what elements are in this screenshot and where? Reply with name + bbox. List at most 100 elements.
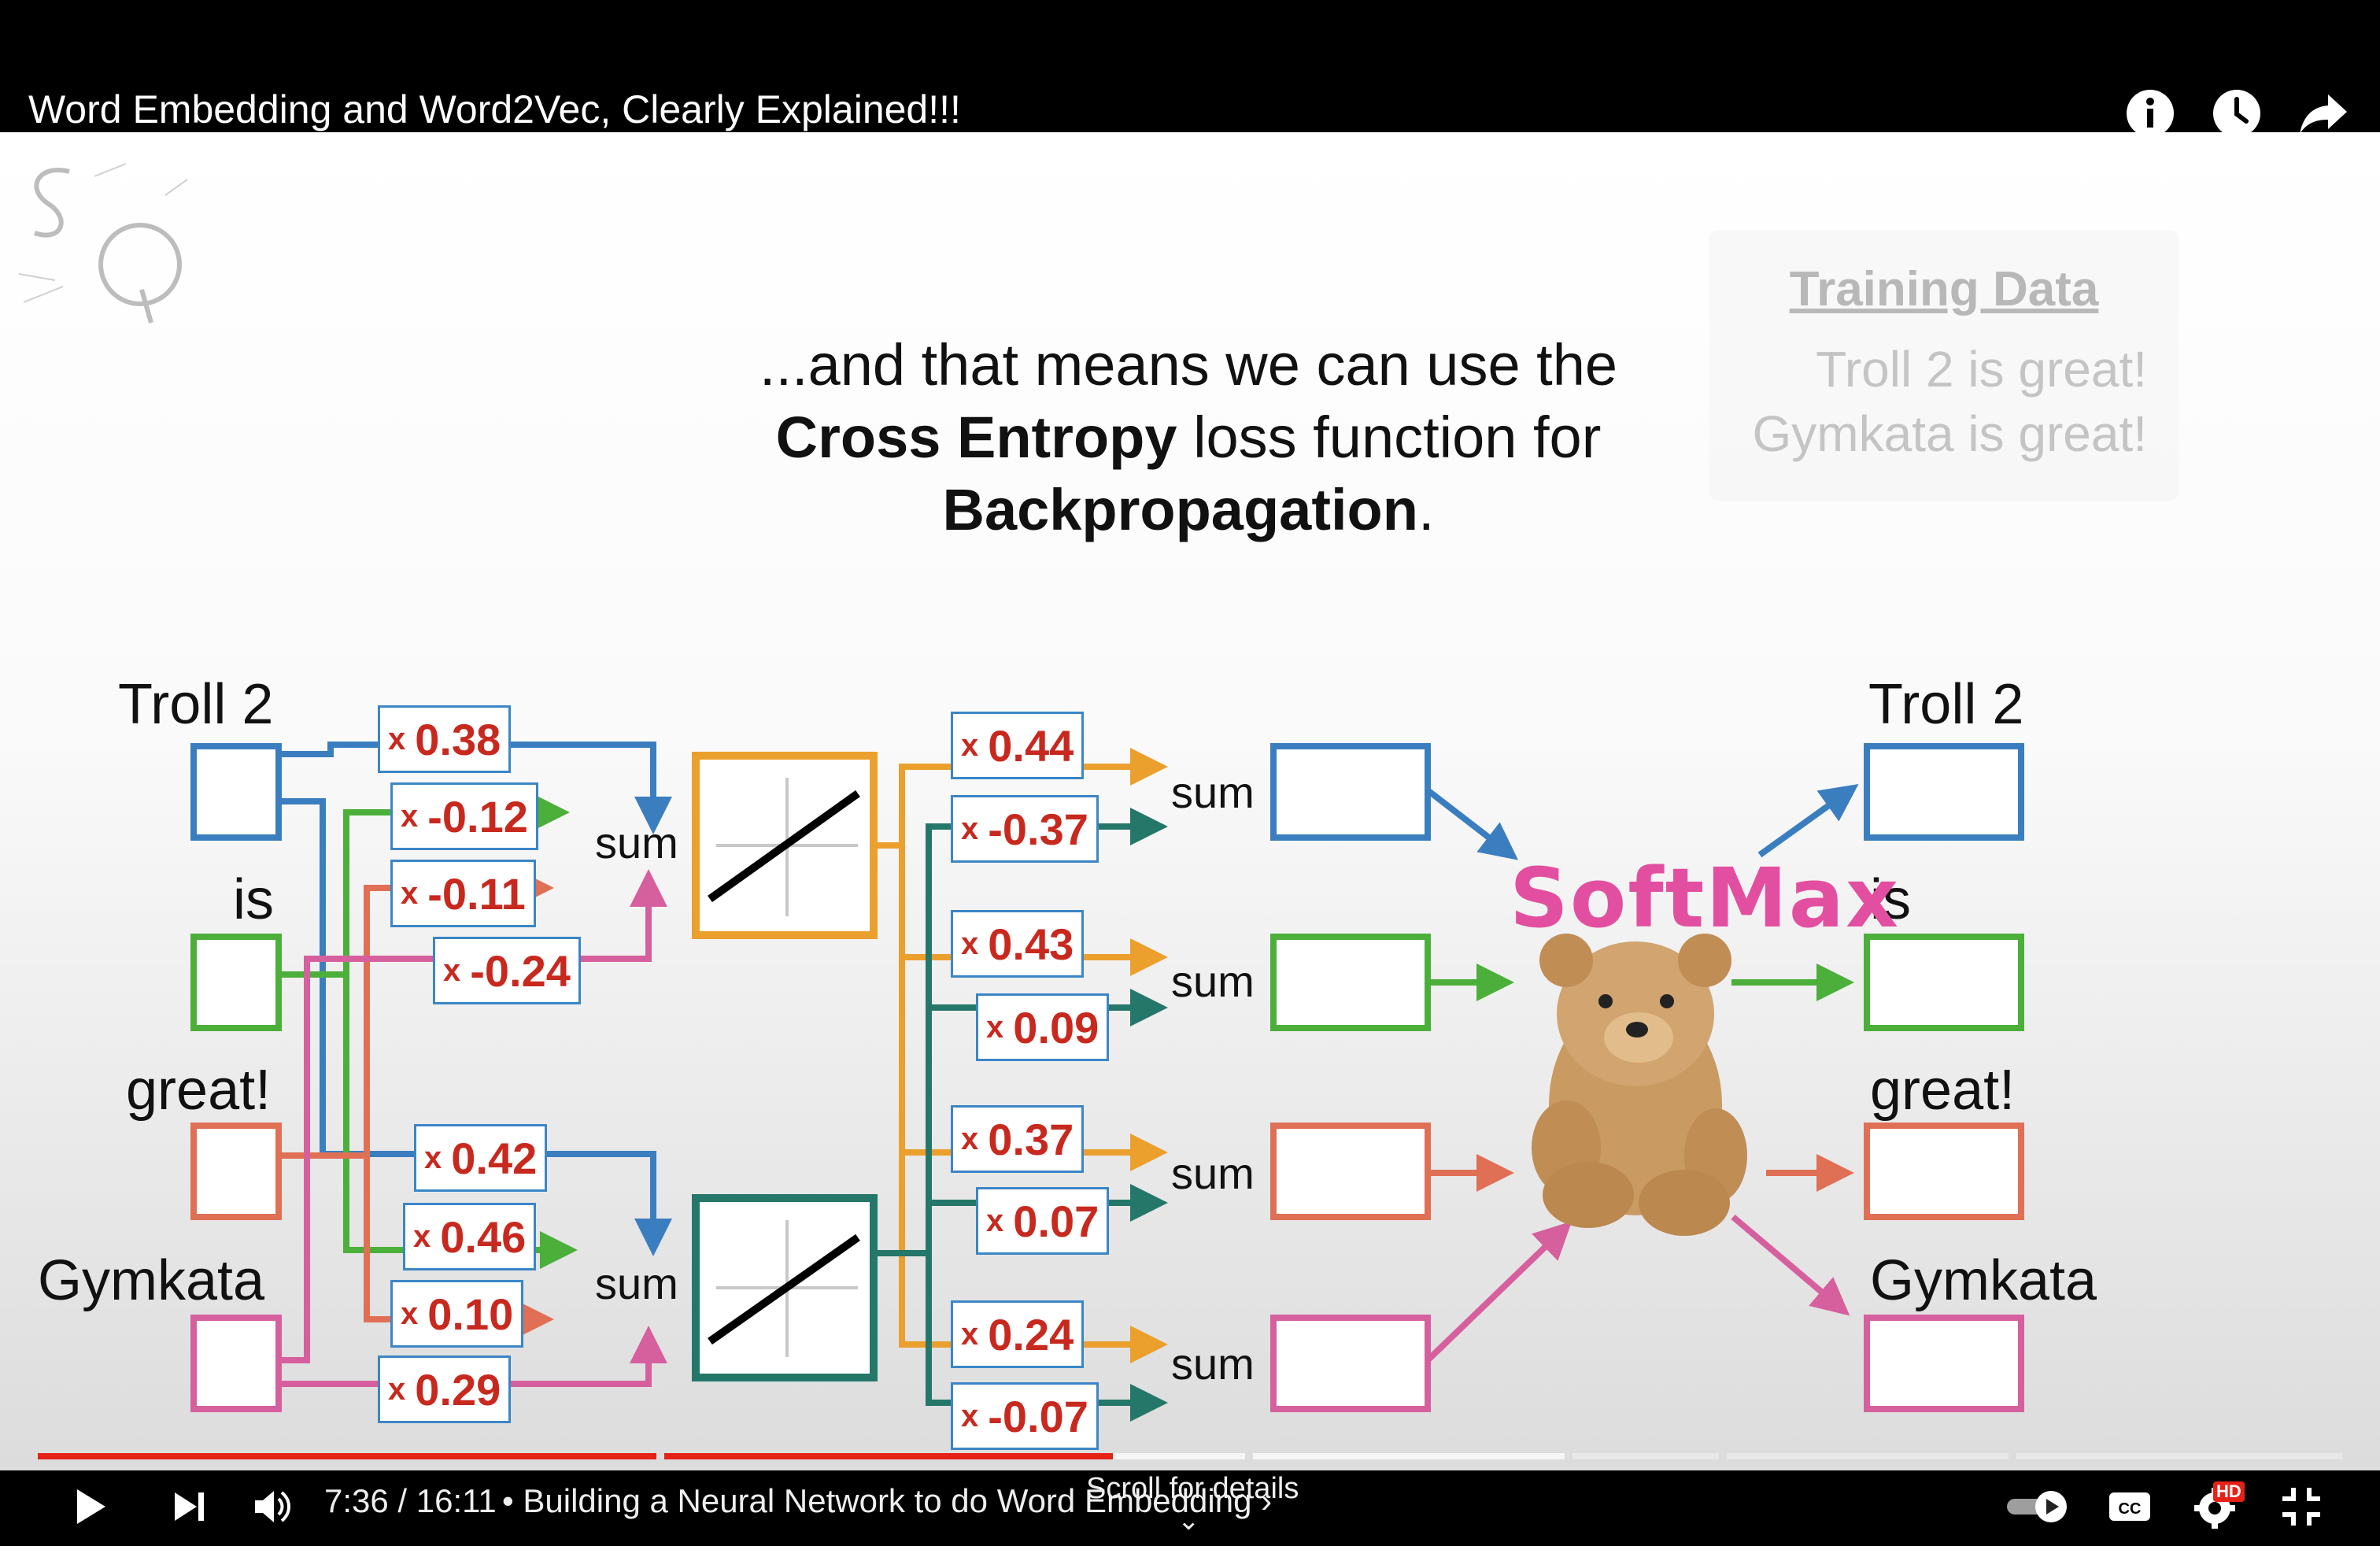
weight-value: 0.09 xyxy=(1013,1002,1099,1052)
sum-label: sum xyxy=(1171,956,1255,1006)
input-label-is: is xyxy=(233,868,274,931)
autoplay-toggle[interactable] xyxy=(2004,1481,2073,1532)
progress-segment-buffered xyxy=(1253,1453,1565,1459)
exit-fullscreen-icon[interactable] xyxy=(2276,1481,2326,1532)
info-icon[interactable] xyxy=(2125,88,2175,139)
output-label-troll2: Troll 2 xyxy=(1868,673,2024,736)
weight-value: 0.10 xyxy=(427,1289,514,1339)
sum-label: sum xyxy=(595,1259,678,1308)
output-box-is xyxy=(1864,934,2024,1031)
scroll-for-details[interactable]: Scroll for details xyxy=(1086,1472,1299,1506)
play-icon[interactable] xyxy=(65,1481,115,1532)
weight-prefix: x xyxy=(961,1121,979,1156)
captions-icon[interactable]: CC xyxy=(2105,1481,2155,1532)
weight-prefix: x xyxy=(401,875,419,911)
weight-box: x 0.09 xyxy=(976,993,1110,1061)
input-box-gymkata xyxy=(190,1315,282,1412)
weight-value: -0.37 xyxy=(988,804,1088,854)
sum-box-1 xyxy=(1270,743,1431,841)
svg-text:CC: CC xyxy=(2119,1500,2142,1518)
weight-prefix: x xyxy=(961,811,979,846)
weight-box: x 0.38 xyxy=(378,705,512,773)
weight-box: x 0.46 xyxy=(403,1203,537,1270)
weight-value: -0.12 xyxy=(427,791,528,841)
sum-label: sum xyxy=(1171,1339,1255,1389)
weight-box: x -0.24 xyxy=(433,937,581,1004)
output-box-great xyxy=(1864,1123,2024,1220)
time-display: 7:36 / 16:11 xyxy=(324,1482,497,1519)
progress-segment xyxy=(1572,1453,1719,1459)
share-icon[interactable] xyxy=(2298,88,2349,139)
weight-box: x -0.07 xyxy=(951,1382,1099,1450)
sum-label: sum xyxy=(1171,767,1255,817)
input-label-great: great! xyxy=(126,1059,272,1122)
weight-value: 0.38 xyxy=(415,714,501,764)
progress-segment-played xyxy=(664,1453,1113,1459)
weight-prefix: x xyxy=(961,1398,979,1433)
weight-prefix: x xyxy=(961,1316,979,1352)
weight-box: x 0.10 xyxy=(390,1280,524,1348)
weight-prefix: x xyxy=(986,1009,1004,1045)
weight-box: x -0.11 xyxy=(390,860,536,927)
weight-value: 0.37 xyxy=(988,1114,1074,1164)
input-box-is xyxy=(190,934,282,1031)
input-label-gymkata: Gymkata xyxy=(38,1249,265,1312)
weight-box: x 0.42 xyxy=(414,1124,548,1192)
volume-icon[interactable] xyxy=(247,1481,298,1532)
chevron-down-icon[interactable]: ⌄ xyxy=(1177,1505,1200,1537)
sum-box-4 xyxy=(1270,1315,1431,1412)
weight-value: 0.43 xyxy=(988,919,1074,969)
weight-value: 0.42 xyxy=(451,1133,538,1183)
progress-segment xyxy=(1727,1453,2009,1459)
output-box-gymkata xyxy=(1864,1315,2024,1412)
weight-value: 0.46 xyxy=(440,1211,527,1262)
weight-value: -0.07 xyxy=(988,1391,1088,1441)
video-title[interactable]: Word Embedding and Word2Vec, Clearly Exp… xyxy=(28,87,961,132)
weight-value: 0.29 xyxy=(415,1364,501,1415)
weight-prefix: x xyxy=(401,1296,419,1331)
weight-box: x -0.12 xyxy=(390,782,538,850)
weight-prefix: x xyxy=(388,721,406,756)
sum-box-2 xyxy=(1270,934,1431,1031)
weight-box: x 0.07 xyxy=(976,1187,1110,1255)
output-box-troll2 xyxy=(1864,743,2024,841)
weight-value: 0.24 xyxy=(988,1309,1074,1359)
progress-segment xyxy=(2016,1453,2342,1459)
weight-prefix: x xyxy=(413,1219,431,1254)
weight-prefix: x xyxy=(961,727,979,763)
output-label-gymkata: Gymkata xyxy=(1870,1249,2097,1312)
video-player: Word Embedding and Word2Vec, Clearly Exp… xyxy=(0,0,2380,1546)
weight-prefix: x xyxy=(424,1140,442,1175)
player-top-bar: Word Embedding and Word2Vec, Clearly Exp… xyxy=(0,0,2380,137)
input-box-great xyxy=(190,1123,282,1220)
weight-prefix: x xyxy=(961,926,979,961)
weight-box: x 0.43 xyxy=(951,910,1085,978)
weight-prefix: x xyxy=(401,798,419,834)
sum-label: sum xyxy=(1171,1148,1255,1198)
weight-value: -0.11 xyxy=(427,868,526,919)
weight-prefix: x xyxy=(986,1203,1004,1238)
weight-prefix: x xyxy=(388,1371,406,1407)
weight-value: 0.44 xyxy=(988,720,1074,771)
progress-segment-buffered xyxy=(1113,1453,1245,1459)
clock-icon[interactable] xyxy=(2212,88,2262,139)
input-label-troll2: Troll 2 xyxy=(118,673,274,736)
weight-box: x -0.37 xyxy=(951,795,1099,863)
next-icon[interactable] xyxy=(164,1481,214,1532)
weight-value: -0.24 xyxy=(470,945,571,996)
softmax-label: SoftMax xyxy=(1510,850,1901,946)
hd-badge: HD xyxy=(2213,1481,2245,1502)
weight-box: x 0.37 xyxy=(951,1105,1085,1173)
weight-box: x 0.29 xyxy=(378,1356,512,1423)
video-frame[interactable]: ...and that means we can use the Cross E… xyxy=(0,132,2380,1470)
progress-bar[interactable] xyxy=(38,1453,2342,1459)
weight-box: x 0.24 xyxy=(951,1300,1085,1368)
weight-box: x 0.44 xyxy=(951,712,1085,779)
sum-label: sum xyxy=(595,818,678,867)
input-box-troll2 xyxy=(190,743,282,841)
teddy-bear-illustration xyxy=(1532,934,1747,1236)
progress-segment-played xyxy=(38,1453,656,1459)
weight-prefix: x xyxy=(443,952,461,988)
weight-value: 0.07 xyxy=(1013,1196,1099,1246)
output-label-great: great! xyxy=(1870,1059,2016,1122)
